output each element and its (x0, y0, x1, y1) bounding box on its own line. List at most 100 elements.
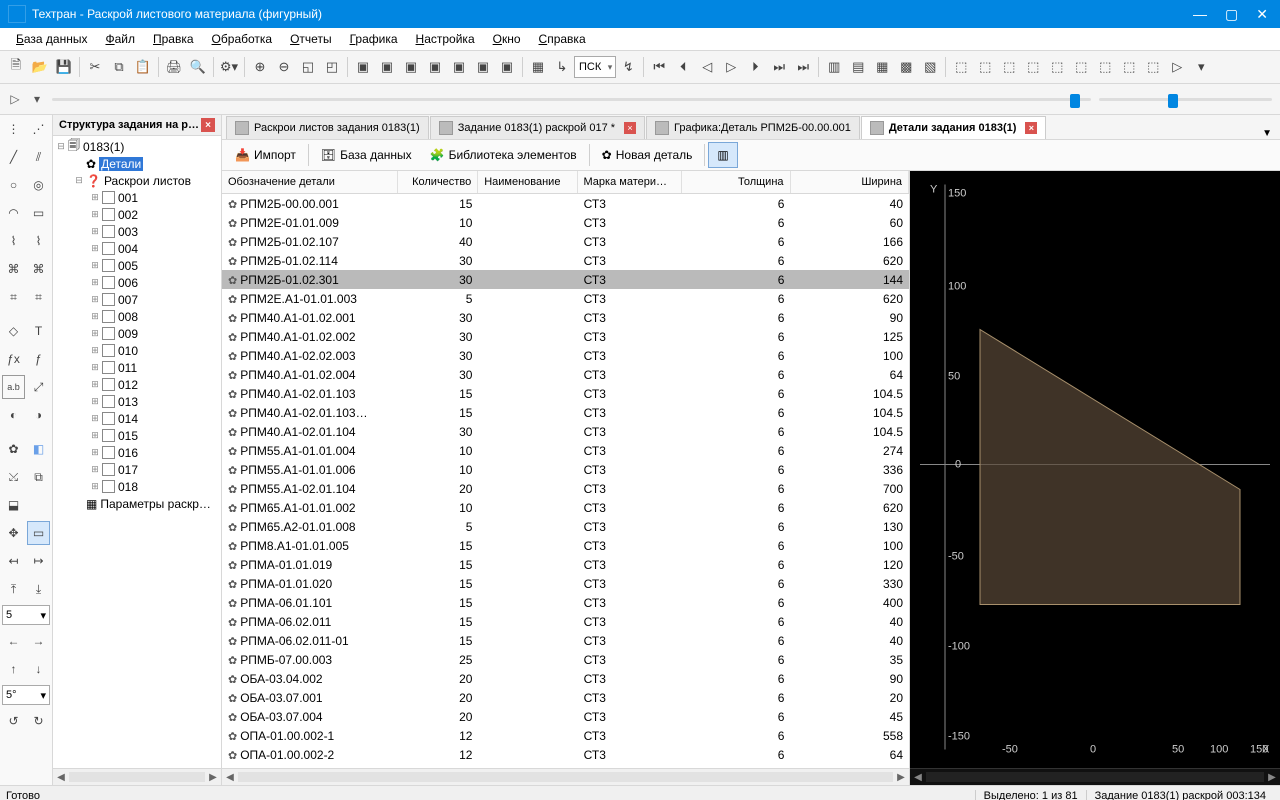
point-icon[interactable]: ⋮ (2, 117, 25, 141)
arc-icon[interactable]: ◠ (2, 201, 25, 225)
arrow-b-icon[interactable]: ⤓ (27, 577, 50, 601)
axis2-icon[interactable]: ↯ (616, 55, 640, 79)
tool5-icon[interactable]: ⬚ (1045, 55, 1069, 79)
expr-icon[interactable]: ƒ (27, 347, 50, 371)
tree-sheet-010[interactable]: ⊞ 010 (57, 342, 221, 359)
cube4-icon[interactable]: ▣ (423, 55, 447, 79)
mirror-icon[interactable]: ⧉ (27, 465, 50, 489)
table-row[interactable]: ✿РПМ40.А1-01.02.00130СТ3690 (222, 308, 909, 327)
table-row[interactable]: ✿ОБА-03.07.00120СТ3620 (222, 688, 909, 707)
new-detail-button[interactable]: ✿ Новая деталь (593, 142, 702, 168)
database-button[interactable]: 🗄 База данных (312, 142, 421, 168)
library-button[interactable]: 🧩 Библиотека элементов (421, 142, 586, 168)
table-row[interactable]: ✿ОПА-01.00.002-112СТ36558 (222, 726, 909, 745)
menu-база данных[interactable]: База данных (8, 31, 95, 47)
preview-hscroll[interactable]: ◀▶ (910, 768, 1280, 785)
tree-sheet-007[interactable]: ⊞ 007 (57, 291, 221, 308)
tab[interactable]: Графика:Деталь РПМ2Б-00.00.001 (646, 116, 860, 139)
table-row[interactable]: ✿ОБА-03.07.00420СТ3645 (222, 707, 909, 726)
half-icon[interactable]: ◐ (2, 403, 25, 427)
grid-icon[interactable]: ▦ (526, 55, 550, 79)
table-row[interactable]: ✿РПМ40.А1-02.01.10315СТ36104.5 (222, 384, 909, 403)
tree-hscroll[interactable]: ◀▶ (53, 768, 221, 785)
last-icon[interactable]: ⏭ (767, 55, 791, 79)
group-icon[interactable]: ⬓ (2, 493, 25, 517)
table-row[interactable]: ✿РПМ40.А1-01.02.00230СТ36125 (222, 327, 909, 346)
table-row[interactable]: ✿ОПА-01.00.002-212СТ3664 (222, 745, 909, 764)
arrow-l-icon[interactable]: ↤ (2, 549, 25, 573)
table-row[interactable]: ✿РПМ55.А1-02.01.10420СТ36700 (222, 479, 909, 498)
table-row[interactable]: ✿РПМ2Б-01.02.30130СТ36144 (222, 270, 909, 289)
zoom-out-icon[interactable]: ⊖ (272, 55, 296, 79)
menu-окно[interactable]: Окно (485, 31, 529, 47)
tool9-icon[interactable]: ⬚ (1141, 55, 1165, 79)
menu-правка[interactable]: Правка (145, 31, 202, 47)
link-icon[interactable]: ⤩ (2, 465, 25, 489)
col-header[interactable]: Обозначение детали (222, 171, 398, 193)
cut-icon[interactable]: ✂ (83, 55, 107, 79)
rot-r-icon[interactable]: ↻ (27, 709, 50, 733)
preview-icon[interactable]: 🔍 (186, 55, 210, 79)
text-icon[interactable]: T (27, 319, 50, 343)
dir-u-icon[interactable]: ↑ (2, 657, 25, 681)
rot-l-icon[interactable]: ↺ (2, 709, 25, 733)
table-row[interactable]: ✿РПМ40.А1-02.02.00330СТ36100 (222, 346, 909, 365)
gear-dropdown-icon[interactable]: ⚙▾ (217, 55, 241, 79)
menu-справка[interactable]: Справка (531, 31, 594, 47)
playback-slider-2[interactable] (1099, 90, 1272, 108)
circle2-icon[interactable]: ◎ (27, 173, 50, 197)
tool4-icon[interactable]: ⬚ (1021, 55, 1045, 79)
cube5-icon[interactable]: ▣ (447, 55, 471, 79)
table-row[interactable]: ✿РПМ2Е-01.01.00910СТ3660 (222, 213, 909, 232)
col-header[interactable]: Ширина (791, 171, 910, 193)
table-row[interactable]: ✿РПМА-01.01.02015СТ36330 (222, 574, 909, 593)
tool6-icon[interactable]: ⬚ (1069, 55, 1093, 79)
shape3-icon[interactable]: ⌘ (2, 257, 25, 281)
tool7-icon[interactable]: ⬚ (1093, 55, 1117, 79)
tree-sheet-014[interactable]: ⊞ 014 (57, 410, 221, 427)
table-row[interactable]: ✿РПМ2Б-01.02.11430СТ36620 (222, 251, 909, 270)
shape5-icon[interactable]: ⌗ (2, 285, 25, 309)
circle-icon[interactable]: ○ (2, 173, 25, 197)
tree-details[interactable]: ✿ Детали (57, 155, 221, 172)
table-row[interactable]: ✿РПМ40.А1-02.01.10430СТ36104.5 (222, 422, 909, 441)
table-row[interactable]: ✿РПМ40.А1-01.02.00430СТ3664 (222, 365, 909, 384)
tree-sheet-011[interactable]: ⊞ 011 (57, 359, 221, 376)
tree-sheet-003[interactable]: ⊞ 003 (57, 223, 221, 240)
next-icon[interactable]: ⏵ (743, 55, 767, 79)
back-icon[interactable]: ◁ (695, 55, 719, 79)
zoom-window-icon[interactable]: ◰ (320, 55, 344, 79)
cube2-icon[interactable]: ▣ (375, 55, 399, 79)
tab-close-icon[interactable]: × (624, 122, 636, 134)
cube3-icon[interactable]: ▣ (399, 55, 423, 79)
select-icon[interactable]: ▭ (27, 521, 50, 545)
dir-d-icon[interactable]: ↓ (27, 657, 50, 681)
table-row[interactable]: ✿РПМБ-07.00.00325СТ3635 (222, 650, 909, 669)
table-row[interactable]: ✿РПМ55.А1-01.01.00610СТ36336 (222, 460, 909, 479)
play-menu-icon[interactable]: ▾ (26, 88, 48, 110)
tree-root[interactable]: ⊟🗐 0183(1) (57, 138, 221, 155)
dir-r-icon[interactable]: → (27, 629, 50, 653)
coord-combo[interactable]: ПСК (574, 56, 616, 78)
tab[interactable]: Раскрои листов задания 0183(1) (226, 116, 429, 139)
half2-icon[interactable]: ◑ (27, 403, 50, 427)
tree-sheets[interactable]: ⊟❓ Раскрои листов (57, 172, 221, 189)
tree-sheet-004[interactable]: ⊞ 004 (57, 240, 221, 257)
table-row[interactable]: ✿РПМ2Е.А1-01.01.0035СТ36620 (222, 289, 909, 308)
table-row[interactable]: ✿ОБА-03.04.00220СТ3690 (222, 669, 909, 688)
tree-sheet-018[interactable]: ⊞ 018 (57, 478, 221, 495)
tab[interactable]: Задание 0183(1) раскрой 017 *× (430, 116, 645, 139)
paste-icon[interactable]: 📋 (131, 55, 155, 79)
table-row[interactable]: ✿РПМ65.А2-01.01.0085СТ36130 (222, 517, 909, 536)
move-icon[interactable]: ✥ (2, 521, 25, 545)
arrow-r-icon[interactable]: ↦ (27, 549, 50, 573)
angle-combo[interactable]: 5°▾ (2, 685, 50, 705)
toggle-preview-button[interactable]: ▥ (708, 142, 737, 168)
tab[interactable]: Детали задания 0183(1)× (861, 116, 1047, 139)
copy-icon[interactable]: ⧉ (107, 55, 131, 79)
table-hscroll[interactable]: ◀▶ (222, 768, 909, 785)
tool3-icon[interactable]: ⬚ (997, 55, 1021, 79)
shape6-icon[interactable]: ⌗ (27, 285, 50, 309)
tree-sheet-009[interactable]: ⊞ 009 (57, 325, 221, 342)
nest4-icon[interactable]: ▩ (894, 55, 918, 79)
